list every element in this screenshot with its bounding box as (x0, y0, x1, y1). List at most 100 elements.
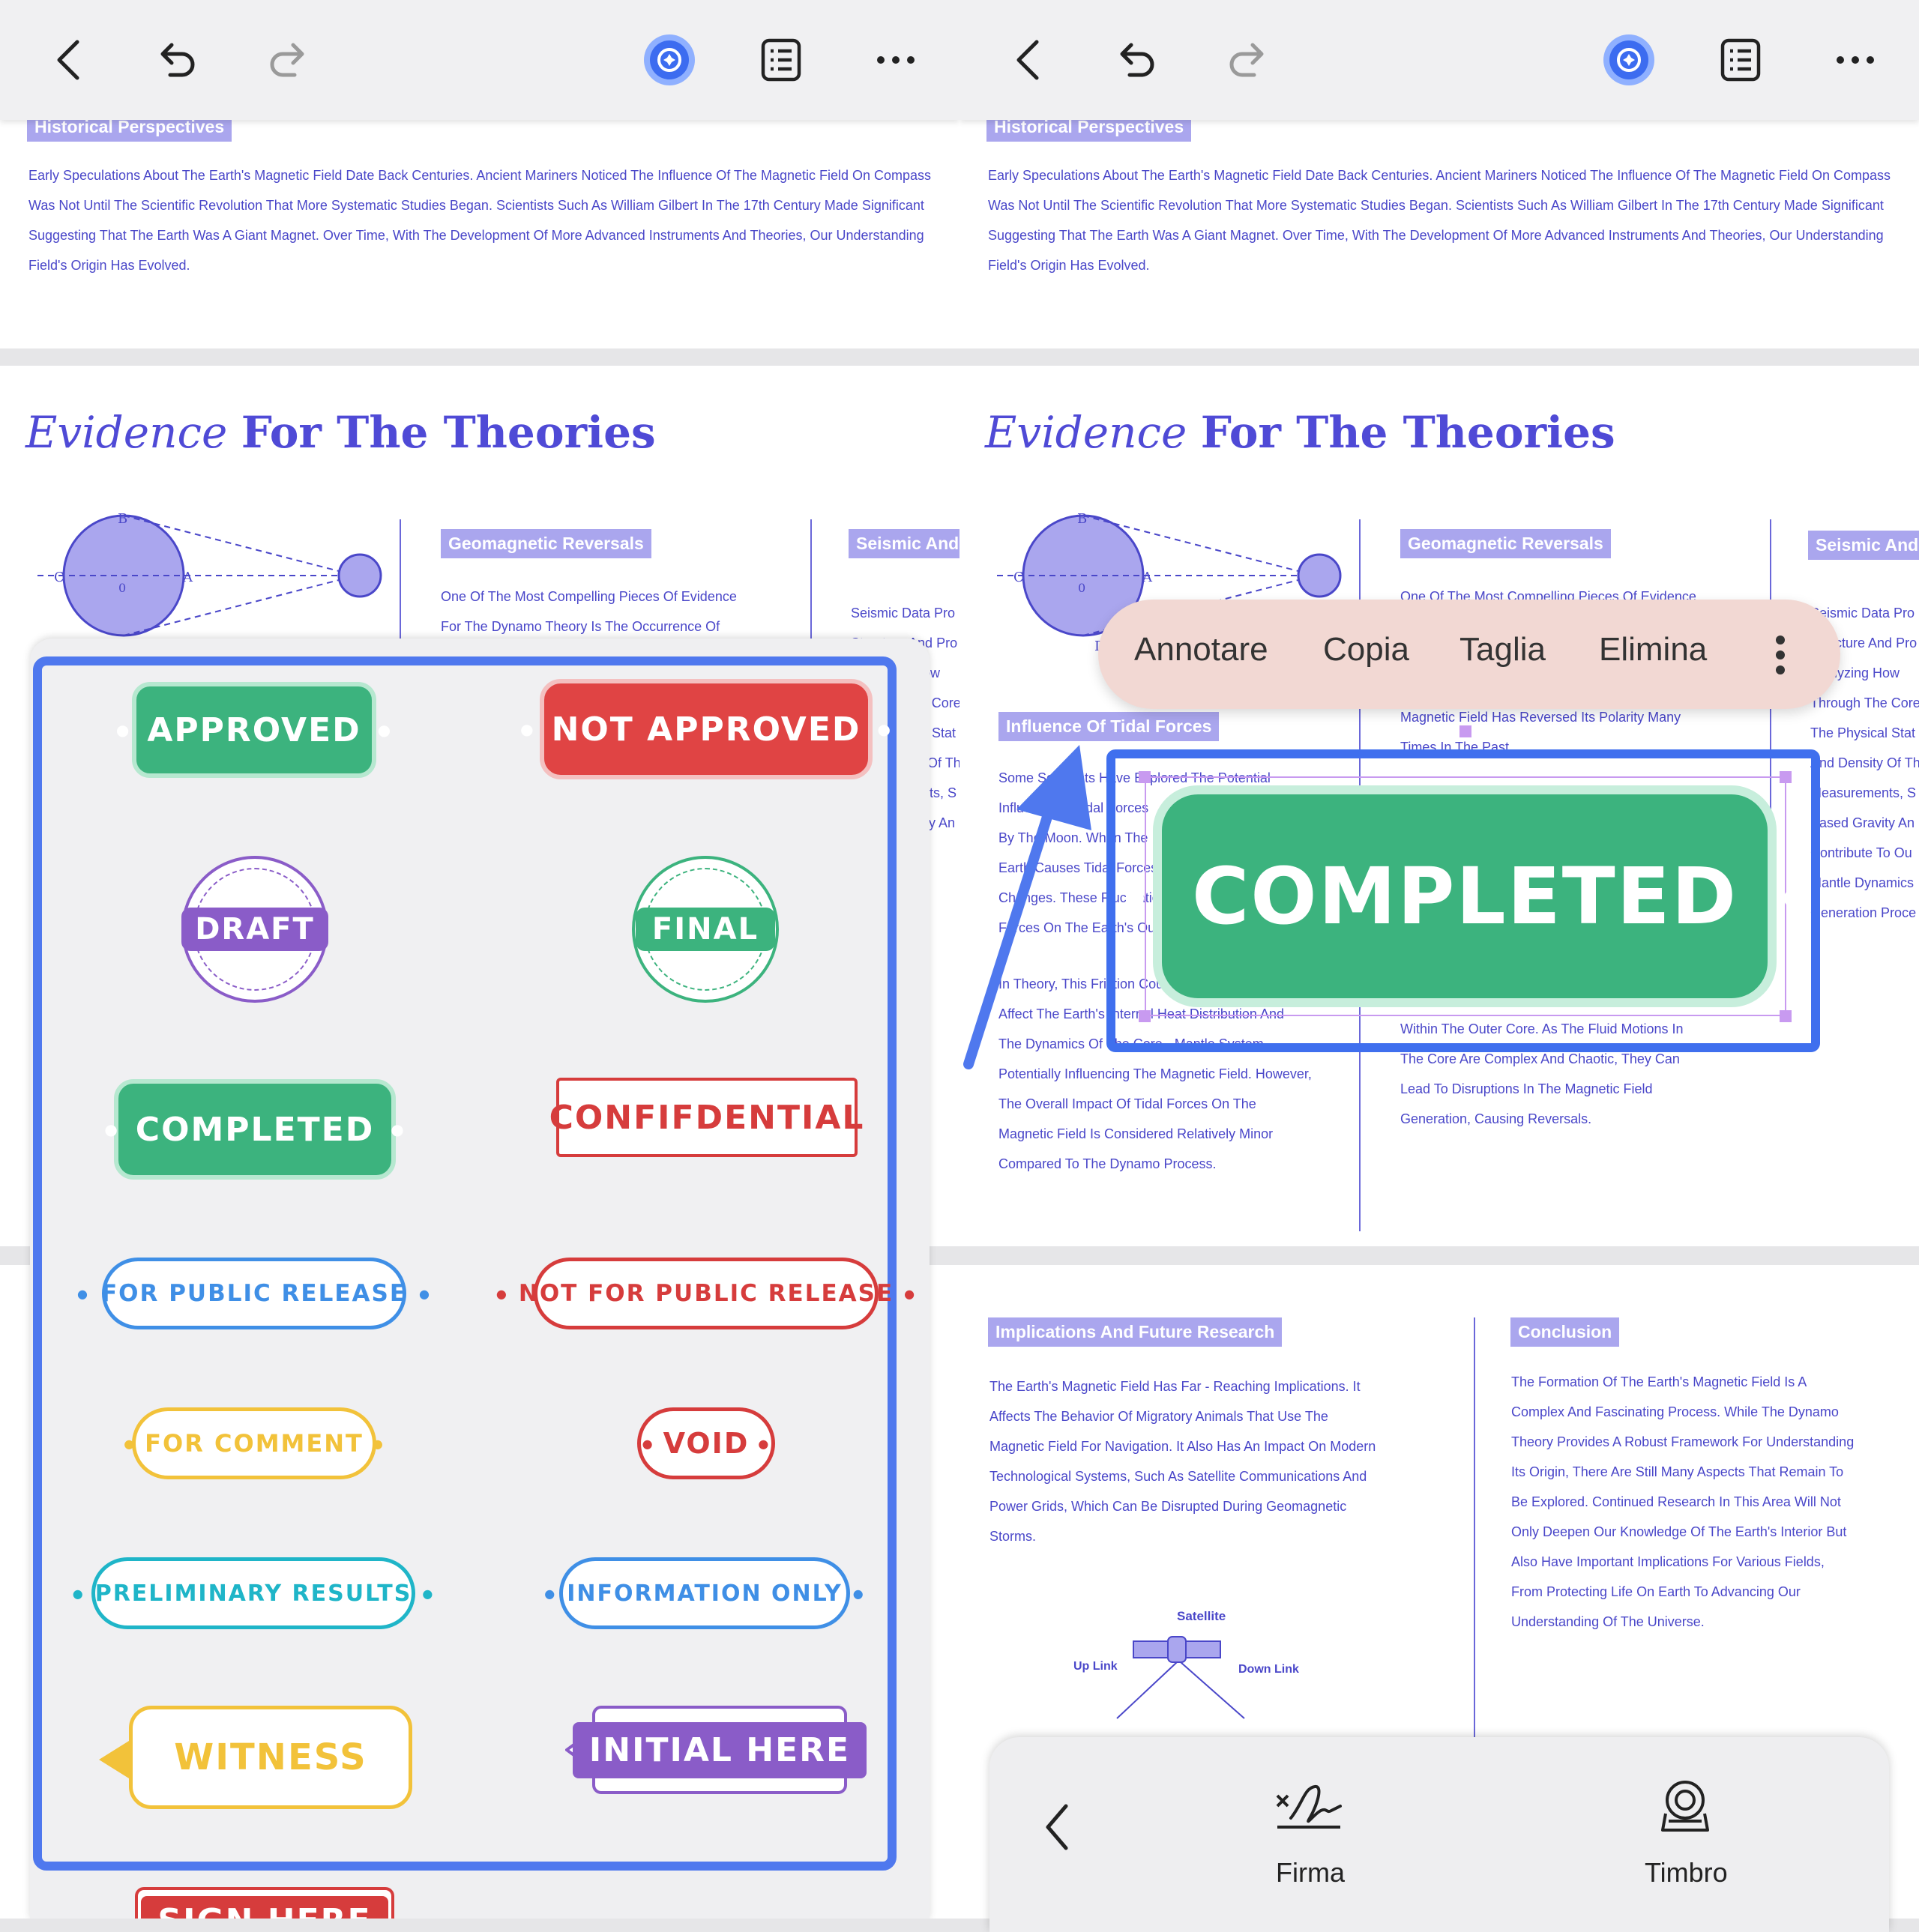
stamp-witness[interactable]: WITNESS (129, 1706, 412, 1809)
menu-item-annotate[interactable]: Annotare (1134, 631, 1268, 668)
text-line: Compared To The Dynamo Process. (998, 1156, 1217, 1171)
stamp-label: VOID (663, 1427, 750, 1460)
stamp-label: PRELIMINARY RESULTS (94, 1580, 412, 1607)
resize-handle[interactable] (1780, 1010, 1792, 1022)
signature-label[interactable]: Firma (1276, 1857, 1345, 1889)
stamp-sign-here[interactable]: SIGN HERE (135, 1887, 394, 1919)
text-line: Mantle Dynamics (1810, 875, 1915, 890)
title-bold: For The Theories (1200, 407, 1615, 458)
diagram-label: 0 (1078, 581, 1085, 595)
outline-icon[interactable] (751, 30, 811, 90)
stamp-dot: ● (1124, 882, 1147, 911)
stamp-dot: ● (124, 1436, 136, 1451)
text-line: Also Have Important Implications For Var… (1511, 1554, 1825, 1569)
back-icon[interactable] (1042, 1803, 1072, 1851)
stamp-label: INFORMATION ONLY (567, 1580, 843, 1607)
signature-icon[interactable] (1274, 1781, 1342, 1835)
section-badge-seismic: Seismic And (1808, 531, 1919, 560)
text-line: Affects The Behavior Of Migratory Animal… (989, 1409, 1328, 1424)
ai-assistant-icon[interactable] (639, 30, 699, 90)
resize-handle[interactable] (1139, 771, 1151, 783)
text-line: Seismic Data Pro (851, 606, 956, 621)
undo-icon[interactable] (146, 30, 206, 90)
rotate-handle[interactable] (1459, 725, 1471, 737)
redo-icon[interactable] (259, 30, 319, 90)
stamp-for-comment[interactable]: ● FOR COMMENT ● (124, 1407, 383, 1479)
more-icon[interactable] (866, 30, 926, 90)
placed-stamp-completed[interactable]: ● COMPLETED ● (1124, 785, 1804, 1007)
outline-icon[interactable] (1711, 30, 1771, 90)
text-line: Understanding Of The Universe. (1511, 1614, 1705, 1629)
page-title: Evidence For The Theories (985, 407, 1615, 458)
stamp-label: CONFIFDENTIAL (549, 1098, 865, 1137)
text-line: Was Not Until The Scientific Revolution … (28, 198, 924, 213)
text-line: One Of The Most Compelling Pieces Of Evi… (441, 589, 737, 604)
resize-handle[interactable] (1780, 771, 1792, 783)
undo-icon[interactable] (1106, 30, 1166, 90)
page-title: Evidence For The Theories (25, 407, 656, 458)
stamp-completed[interactable]: ● COMPLETED ● (104, 1079, 404, 1180)
geomagnetic-paragraph: One Of The Most Compelling Pieces Of Evi… (441, 582, 737, 642)
text-line: Power Grids, Which Can Be Disrupted Duri… (989, 1499, 1347, 1514)
text-line: Early Speculations About The Earth's Mag… (28, 168, 932, 183)
stamp-dot: ● (904, 1286, 917, 1301)
stamp-label[interactable]: Timbro (1645, 1857, 1728, 1889)
diagram-label: B (118, 511, 127, 527)
stamp-information-only[interactable]: ● INFORMATION ONLY ● (544, 1557, 864, 1629)
text-line: Theory Provides A Robust Framework For U… (1511, 1434, 1855, 1449)
stamp-for-public-release[interactable]: ● FOR PUBLIC RELEASE ● (77, 1258, 430, 1329)
stamp-dot: ● (72, 1586, 85, 1601)
diagram-label: C (54, 570, 64, 585)
stamp-dot: ● (877, 720, 892, 738)
historical-paragraph: Early Speculations About The Earth's Mag… (988, 160, 1891, 280)
ai-assistant-icon[interactable] (1599, 30, 1659, 90)
stamp-label: COMPLETED (135, 1110, 375, 1149)
back-icon[interactable] (37, 30, 97, 90)
menu-item-delete[interactable]: Elimina (1599, 631, 1707, 668)
stamp-dot: ● (642, 1436, 654, 1451)
stamp-label: DRAFT (181, 908, 328, 951)
top-toolbar (960, 0, 1919, 120)
stamp-preliminary-results[interactable]: ● PRELIMINARY RESULTS ● (73, 1557, 433, 1629)
text-line: Technological Systems, Such As Satellite… (989, 1469, 1367, 1484)
resize-handle[interactable] (1139, 1010, 1151, 1022)
stamp-dot: ● (115, 721, 131, 739)
redo-icon[interactable] (1218, 30, 1278, 90)
stamp-draft[interactable]: DRAFT (181, 856, 328, 1003)
stamp-initial-here[interactable]: INITIAL HERE (572, 1706, 867, 1794)
more-icon[interactable] (1825, 30, 1885, 90)
text-line: The Physical Stat (1810, 725, 1916, 740)
stamp-label: NOT FOR PUBLIC RELEASE (518, 1280, 894, 1307)
text-line: Based Gravity An (1810, 815, 1915, 830)
stamp-label: NOT APPROVED (551, 710, 861, 749)
text-line: The Overall Impact Of Tidal Forces On Th… (998, 1096, 1256, 1111)
menu-item-cut[interactable]: Taglia (1459, 631, 1546, 668)
stamp-dot: ● (758, 1436, 771, 1451)
stamp-confidential[interactable]: CONFIFDENTIAL (549, 1078, 863, 1157)
historical-paragraph: Early Speculations About The Earth's Mag… (28, 160, 931, 280)
stamp-not-approved[interactable]: ● NOT APPROVED ● (520, 679, 891, 779)
menu-item-copy[interactable]: Copia (1323, 631, 1409, 668)
text-line: Lead To Disruptions In The Magnetic Fiel… (1400, 1081, 1653, 1096)
section-badge-implications: Implications And Future Research (988, 1317, 1283, 1347)
stamp-dot: ● (104, 1120, 119, 1138)
stamp-label: INITIAL HERE (572, 1721, 867, 1778)
stamp-not-for-public-release[interactable]: ● NOT FOR PUBLIC RELEASE ● (496, 1258, 915, 1329)
diagram-label: Up Link (1073, 1660, 1118, 1673)
text-line: Through The Core (1810, 695, 1919, 710)
title-bold: For The Theories (241, 407, 656, 458)
back-icon[interactable] (997, 30, 1057, 90)
diagram-label: A (182, 570, 193, 585)
stamp-final[interactable]: FINAL (632, 856, 779, 1003)
text-line: The Earth's Magnetic Field Has Far - Rea… (989, 1379, 1361, 1394)
stamp-icon[interactable] (1655, 1778, 1715, 1838)
stamp-approved[interactable]: ● APPROVED ● (116, 682, 391, 778)
stamp-dot: ● (391, 1120, 406, 1138)
more-vertical-icon[interactable] (1773, 634, 1788, 676)
diagram-label: Down Link (1238, 1663, 1299, 1676)
stamp-label: FOR COMMENT (145, 1429, 364, 1458)
stamp-label: COMPLETED (1191, 851, 1738, 942)
stamp-void[interactable]: ● VOID ● (637, 1407, 775, 1479)
title-italic: Evidence (25, 407, 228, 458)
section-badge-conclusion: Conclusion (1510, 1317, 1620, 1347)
